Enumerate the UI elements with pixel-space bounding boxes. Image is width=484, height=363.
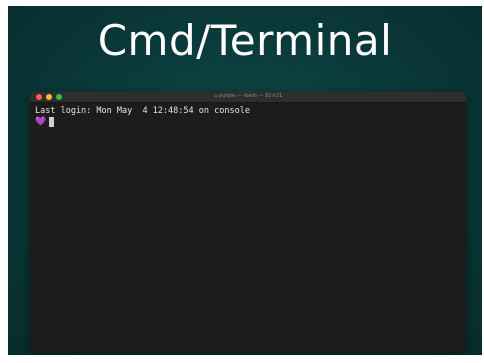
terminal-window[interactable]: ⌂ purple — -bash — 81×21 Last login: Mon …	[30, 92, 466, 352]
window-title: ⌂ purple — -bash — 81×21	[30, 93, 466, 99]
terminal-content[interactable]: Last login: Mon May 4 12:48:54 on consol…	[30, 103, 466, 130]
terminal-titlebar[interactable]: ⌂ purple — -bash — 81×21	[30, 92, 466, 103]
home-icon: ⌂	[213, 93, 218, 99]
text-cursor	[49, 117, 55, 127]
last-login-line: Last login: Mon May 4 12:48:54 on consol…	[35, 106, 250, 116]
slide-title: Cmd/Terminal	[97, 16, 393, 65]
prompt-line[interactable]: 💜	[35, 117, 461, 127]
prompt-heart-icon: 💜	[35, 117, 47, 127]
window-title-text: purple — -bash — 81×21	[219, 93, 283, 99]
slide: Cmd/Terminal ⌂ purple — -bash — 81×21 Las…	[8, 6, 482, 355]
